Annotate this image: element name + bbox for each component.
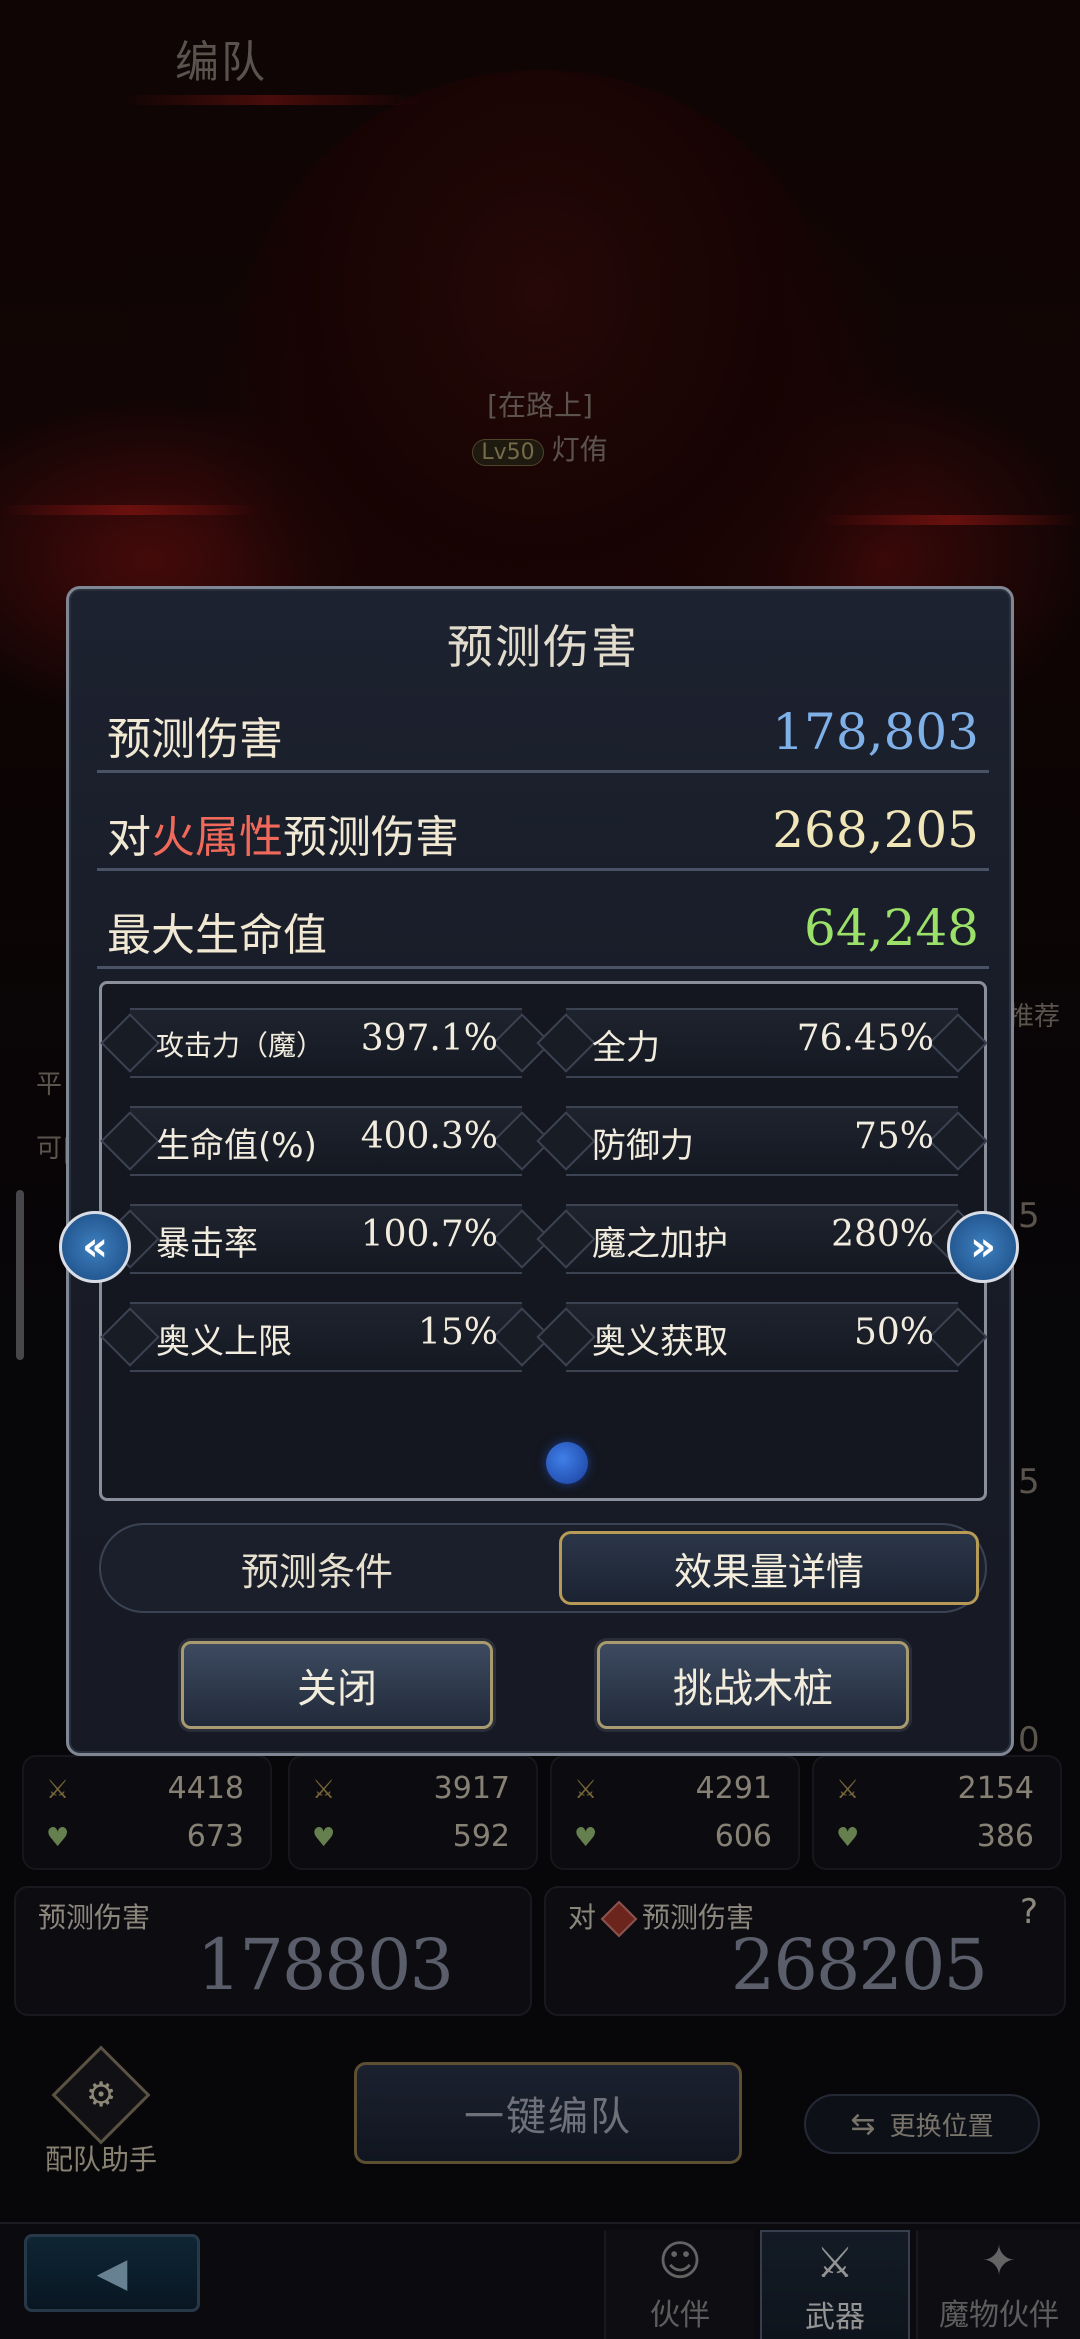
predicted-damage-dialog: 预测伤害 预测伤害 178,803 对火属性预测伤害 268,205 最大生命值… [59,586,1019,1756]
stat-magic-aegis: 魔之加护 280% [536,1204,988,1274]
next-page-button[interactable]: » [947,1211,1019,1283]
stat-value: 75% [853,1116,934,1157]
stat-full-power: 全力 76.45% [536,1008,988,1078]
summary-row-max-hp: 最大生命值 64,248 [97,883,989,969]
stat-value: 397.1% [360,1018,498,1059]
screen: 编队 [在路上] Lv50 灯侑 平 可| 推荐 5 5 0 ⚔ 4418 ♥ 6… [0,0,1080,2339]
stat-name: 奥义上限 [156,1322,292,1362]
stat-value: 400.3% [360,1116,498,1157]
label-suffix: 预测伤害 [283,812,459,863]
summary-value: 178,803 [772,703,979,761]
stat-name: 暴击率 [156,1224,258,1264]
summary-label: 最大生命值 [107,910,327,961]
prev-page-button[interactable]: « [59,1211,131,1283]
double-chevron-left-icon: « [82,1224,108,1270]
challenge-dummy-button[interactable]: 挑战木桩 [597,1641,909,1729]
summary-label: 对火属性预测伤害 [107,801,459,865]
summary-row-element-damage: 对火属性预测伤害 268,205 [97,785,989,871]
stat-hp: 生命值(%) 400.3% [100,1106,552,1176]
stats-panel: 攻击力（魔） 397.1% 全力 76.45% 生命值(%) 400.3% 防御… [99,981,988,1501]
close-button[interactable]: 关闭 [181,1641,493,1729]
stat-crit: 暴击率 100.7% [100,1204,552,1274]
fire-attribute-text: 火属性 [151,812,283,863]
summary-row-damage: 预测伤害 178,803 [97,687,989,773]
summary-value: 64,248 [804,899,979,957]
stat-value: 76.45% [796,1018,934,1059]
label-prefix: 对 [107,812,151,863]
summary-value: 268,205 [772,801,979,859]
page-indicator-dot[interactable] [546,1442,588,1484]
stat-defense: 防御力 75% [536,1106,988,1176]
stat-attack: 攻击力（魔） 397.1% [100,1008,552,1078]
double-chevron-right-icon: » [970,1224,996,1270]
stat-value: 15% [417,1312,498,1353]
tab-effect-details[interactable]: 效果量详情 [559,1531,979,1605]
stat-name: 魔之加护 [592,1224,728,1264]
stat-ougi-gain: 奥义获取 50% [536,1302,988,1372]
stat-value: 280% [831,1214,934,1255]
stat-ougi-cap: 奥义上限 15% [100,1302,552,1372]
stat-value: 50% [853,1312,934,1353]
stat-name: 攻击力（魔） [156,1029,325,1062]
stat-name: 防御力 [592,1126,694,1166]
stat-name: 生命值(%) [156,1126,317,1166]
stat-value: 100.7% [360,1214,498,1255]
tab-prediction-conditions[interactable]: 预测条件 [107,1531,527,1605]
stat-name: 全力 [592,1028,660,1068]
stat-name: 奥义获取 [592,1322,728,1362]
dialog-tab-strip: 预测条件 效果量详情 [99,1523,987,1613]
dialog-title: 预测伤害 [447,620,639,674]
summary-label: 预测伤害 [107,714,283,765]
